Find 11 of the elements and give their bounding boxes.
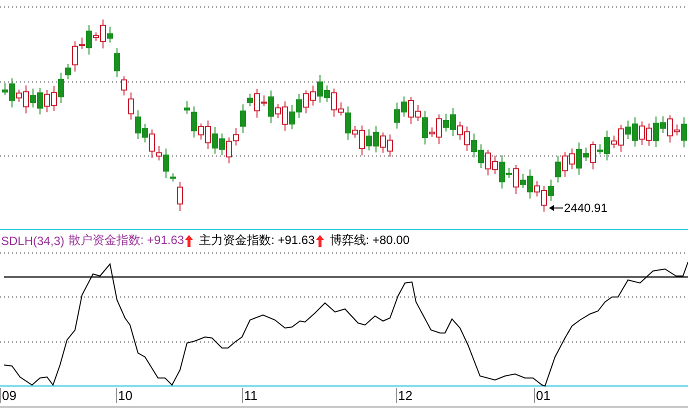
leader-arrow xyxy=(549,205,564,211)
indicator-name: SDLH(34,3) xyxy=(1,234,64,248)
indicator-value: 散户资金指数: +91.63 xyxy=(68,232,184,249)
low-price-label: 2440.91 xyxy=(564,201,608,215)
indicator-value: 主力资金指数: +91.63 xyxy=(199,232,315,249)
indicator-value: 博弈线: +80.00 xyxy=(330,232,410,249)
month-label: 01 xyxy=(534,388,550,403)
month-label: 12 xyxy=(396,388,412,403)
month-label: 09 xyxy=(0,388,16,403)
month-label: 11 xyxy=(242,388,258,403)
month-label: 10 xyxy=(116,388,132,403)
